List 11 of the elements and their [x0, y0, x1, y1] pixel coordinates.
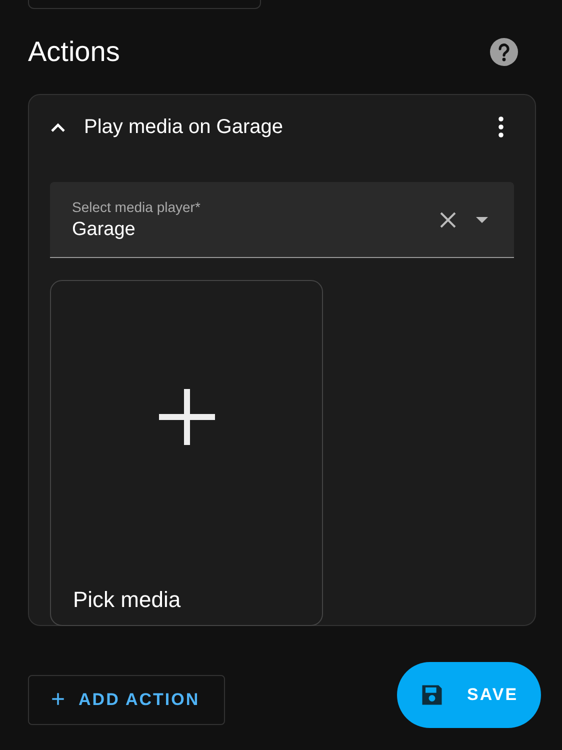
help-icon[interactable]: [490, 38, 518, 66]
action-title: Play media on Garage: [84, 116, 284, 138]
dropdown-icon[interactable]: [476, 216, 488, 222]
more-icon[interactable]: [498, 116, 504, 138]
add-action-button[interactable]: + ADD ACTION: [28, 675, 225, 725]
section-title: Actions: [28, 36, 120, 68]
plus-icon: [158, 389, 214, 445]
pick-media-tile[interactable]: Pick media: [50, 280, 323, 626]
clear-icon[interactable]: [440, 212, 456, 228]
media-player-field[interactable]: Select media player* Garage: [50, 182, 514, 258]
chevron-icon[interactable]: [50, 122, 66, 132]
